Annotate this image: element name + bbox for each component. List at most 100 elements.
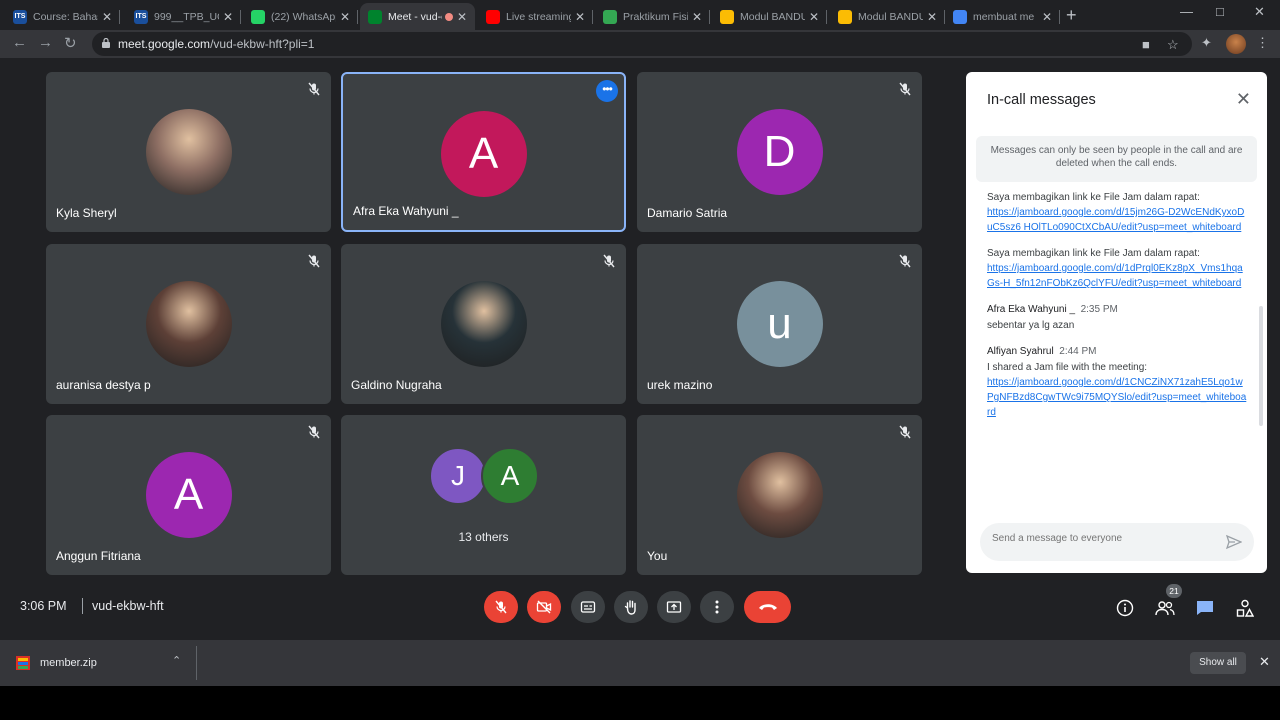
chat-sender: Afra Eka Wahyuni _	[987, 304, 1076, 315]
participant-tile[interactable]: A Afra Eka Wahyuni _ •••	[341, 72, 626, 232]
chat-message-list: Saya membagikan link ke File Jam dalam r…	[987, 190, 1249, 431]
tab-8[interactable]: Modul BANDUL ✕	[830, 3, 945, 30]
back-icon[interactable]: ←	[12, 34, 27, 51]
participant-name: Anggun Fitriana	[56, 549, 141, 563]
mic-off-icon	[602, 254, 616, 268]
youtube-icon	[486, 9, 500, 24]
tab-separator	[592, 10, 593, 24]
forward-icon[interactable]: →	[38, 34, 53, 51]
tab-separator	[357, 10, 358, 24]
close-window-icon[interactable]: ✕	[1254, 4, 1265, 20]
chat-privacy-notice: Messages can only be seen by people in t…	[976, 136, 1257, 182]
close-tab-icon[interactable]: ✕	[457, 10, 467, 24]
participant-initial-avatar: D	[736, 109, 823, 195]
participant-name: Galdino Nugraha	[351, 378, 442, 392]
tab-2[interactable]: ITS 999__TPB_UG ✕	[126, 3, 241, 30]
camera-indicator-icon[interactable]: ■	[1142, 37, 1150, 52]
tile-options-icon[interactable]: •••	[596, 80, 618, 102]
mic-off-icon	[307, 82, 321, 96]
mic-off-icon	[307, 254, 321, 268]
tab-6[interactable]: Praktikum Fisika ✕	[595, 3, 710, 30]
raise-hand-icon	[624, 600, 636, 615]
close-shelf-icon[interactable]: ✕	[1259, 654, 1270, 670]
drive-icon	[720, 9, 734, 24]
tab-3[interactable]: (22) WhatsApp ✕	[243, 3, 358, 30]
tab-9[interactable]: membuat me ✕	[945, 3, 1060, 30]
browser-menu-icon[interactable]: ⋮	[1256, 35, 1269, 51]
participant-tile[interactable]: Galdino Nugraha	[341, 244, 626, 404]
tab-4[interactable]: Meet - vud-ekbw-hft ✕	[360, 3, 475, 30]
maximize-icon[interactable]: □	[1216, 4, 1224, 19]
address-bar[interactable]: meet.google.com/vud-ekbw-hft?pli=1 ■ ☆	[92, 32, 1192, 56]
participant-tile[interactable]: A Anggun Fitriana	[46, 415, 331, 575]
show-all-downloads-button[interactable]: Show all	[1190, 652, 1246, 674]
google-icon	[953, 9, 967, 24]
close-tab-icon[interactable]: ✕	[692, 10, 702, 24]
participant-name: Damario Satria	[647, 206, 728, 220]
participant-photo	[145, 281, 232, 367]
download-file-name[interactable]: member.zip	[40, 657, 97, 669]
tab-1[interactable]: ITS Course: Bahasa ✕	[5, 3, 120, 30]
tab-7[interactable]: Modul BANDUL ✕	[712, 3, 827, 30]
close-tab-icon[interactable]: ✕	[102, 10, 112, 24]
chat-message-text: Saya membagikan link ke File Jam dalam r…	[987, 192, 1200, 203]
participant-tile[interactable]: u urek mazino	[637, 244, 922, 404]
chat-message-link[interactable]: https://jamboard.google.com/d/15jm26G-D2…	[987, 205, 1249, 235]
chat-button[interactable]	[1195, 598, 1215, 618]
meeting-code: vud-ekbw-hft	[92, 599, 164, 613]
others-avatar-1: J	[429, 447, 487, 505]
meeting-info-divider	[82, 598, 83, 614]
present-screen-button[interactable]	[657, 591, 691, 623]
more-vert-icon	[715, 600, 719, 614]
leave-call-button[interactable]	[744, 591, 791, 623]
close-tab-icon[interactable]: ✕	[340, 10, 350, 24]
close-tab-icon[interactable]: ✕	[809, 10, 819, 24]
microphone-toggle-button[interactable]	[484, 591, 518, 623]
participant-tile[interactable]: auranisa destya p	[46, 244, 331, 404]
meet-stage: Kyla Sheryl A Afra Eka Wahyuni _ ••• D Damari…	[0, 58, 1280, 640]
hang-up-icon	[758, 604, 777, 610]
bookmark-star-icon[interactable]: ☆	[1167, 37, 1179, 53]
meeting-details-button[interactable]	[1115, 598, 1135, 618]
send-icon[interactable]	[1226, 534, 1242, 550]
chevron-up-icon[interactable]: ⌃	[172, 654, 181, 667]
camera-toggle-button[interactable]	[527, 591, 561, 623]
chat-message-input[interactable]	[992, 533, 1212, 544]
whatsapp-icon	[251, 9, 265, 24]
tab-separator	[119, 10, 120, 24]
tab-title: Modul BANDUL	[858, 10, 923, 23]
downloads-shelf: member.zip ⌃ Show all ✕	[0, 640, 1280, 686]
extensions-icon[interactable]: ✦	[1201, 35, 1212, 51]
participant-photo	[736, 452, 823, 538]
close-icon[interactable]: ✕	[1236, 89, 1251, 110]
chat-message-link[interactable]: https://jamboard.google.com/d/1CNCZiNX71…	[987, 375, 1249, 420]
participant-name: Kyla Sheryl	[56, 206, 117, 220]
close-tab-icon[interactable]: ✕	[575, 10, 585, 24]
more-options-button[interactable]	[700, 591, 734, 623]
reload-icon[interactable]: ↻	[64, 34, 77, 52]
chat-input-box[interactable]	[980, 523, 1254, 561]
close-tab-icon[interactable]: ✕	[1042, 10, 1052, 24]
people-button[interactable]	[1155, 598, 1175, 618]
chat-icon	[1197, 601, 1213, 615]
raise-hand-button[interactable]	[614, 591, 648, 623]
tab-title: (22) WhatsApp	[271, 10, 336, 23]
close-tab-icon[interactable]: ✕	[223, 10, 233, 24]
captions-button[interactable]	[571, 591, 605, 623]
participant-tile[interactable]: Kyla Sheryl	[46, 72, 331, 232]
tab-5[interactable]: Live streaming ✕	[478, 3, 593, 30]
activities-button[interactable]	[1235, 598, 1255, 618]
others-tile[interactable]: J A 13 others	[341, 415, 626, 575]
new-tab-button[interactable]: +	[1066, 5, 1077, 26]
chat-message-link[interactable]: https://jamboard.google.com/d/1dPrql0EKz…	[987, 261, 1249, 291]
mic-off-icon	[898, 254, 912, 268]
shelf-divider	[196, 646, 197, 680]
participant-tile[interactable]: D Damario Satria	[637, 72, 922, 232]
minimize-icon[interactable]: —	[1180, 4, 1193, 19]
profile-avatar[interactable]	[1226, 34, 1246, 54]
chat-scrollbar[interactable]	[1259, 306, 1263, 426]
present-icon	[666, 601, 682, 613]
close-tab-icon[interactable]: ✕	[927, 10, 937, 24]
participant-initial-avatar: u	[736, 281, 823, 367]
participant-tile[interactable]: You	[637, 415, 922, 575]
